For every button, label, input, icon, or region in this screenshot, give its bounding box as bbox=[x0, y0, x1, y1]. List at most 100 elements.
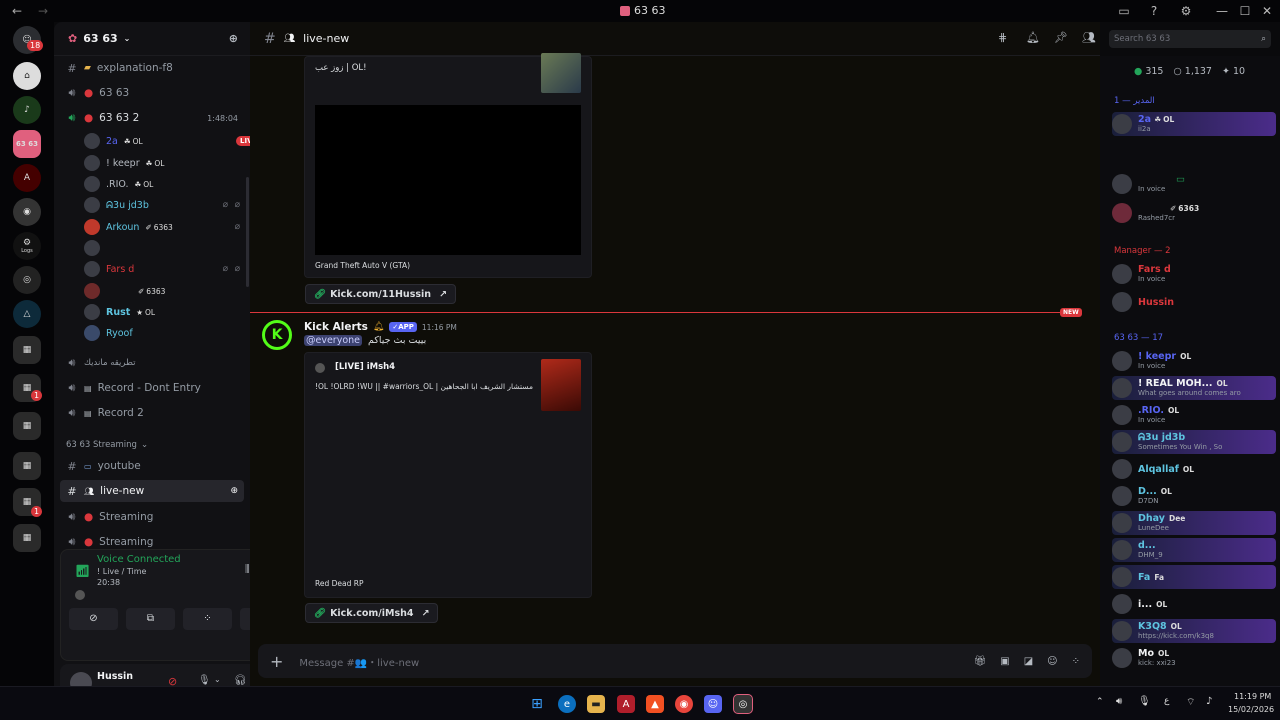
chevron-down-icon[interactable]: ⌄ bbox=[214, 675, 221, 684]
server-folder-icon[interactable]: ▦ bbox=[13, 524, 41, 552]
member-item[interactable]: ✐ 6363 Rashed7cr bbox=[1112, 201, 1276, 225]
voice-user[interactable]: Ryoof bbox=[84, 323, 133, 343]
member-item[interactable]: i... OL bbox=[1112, 592, 1276, 616]
start-icon[interactable]: ⊞ bbox=[528, 695, 546, 713]
member-item[interactable]: Dhay Dee LuneDee bbox=[1112, 511, 1276, 535]
server-icon[interactable]: ♪ bbox=[13, 96, 41, 124]
activities-icon[interactable]: ⁘ bbox=[183, 608, 232, 630]
add-member-icon[interactable]: ⊕ bbox=[229, 32, 238, 45]
kick-link-button[interactable]: 🔗︎ Kick.com/iMsh4 ↗ bbox=[305, 603, 439, 623]
server-folder-icon[interactable]: ▦ bbox=[13, 412, 41, 440]
channel-live-new[interactable]: # 👥︎ live-new ⊕ bbox=[60, 480, 244, 502]
member-item[interactable]: Hussin bbox=[1112, 290, 1276, 314]
gif-icon[interactable]: ▣ bbox=[1000, 656, 1009, 667]
kick-link-button[interactable]: 🔗︎ Kick.com/11Hussin ↗ bbox=[305, 284, 456, 304]
member-item[interactable]: Mo OL kick: xxi23 bbox=[1112, 646, 1276, 670]
logs-server-icon[interactable]: ⚙ Logs bbox=[13, 232, 41, 260]
clock-date[interactable]: 15/02/2026 bbox=[1228, 705, 1274, 714]
brave-icon[interactable]: ▲ bbox=[646, 695, 664, 713]
username[interactable]: Hussin bbox=[97, 671, 133, 682]
chrome-icon[interactable]: ◉ bbox=[675, 695, 693, 713]
member-item[interactable]: .RIO. OL In voice bbox=[1112, 403, 1276, 427]
server-icon[interactable]: △ bbox=[13, 300, 41, 328]
plus-icon[interactable]: + bbox=[270, 652, 283, 671]
channel-explanation-f8[interactable]: # ▰ explanation-f8 bbox=[60, 57, 244, 79]
scrollbar[interactable] bbox=[246, 177, 249, 287]
back-icon[interactable]: ← bbox=[12, 4, 22, 18]
member-item[interactable]: Fa Fa bbox=[1112, 565, 1276, 589]
server-icon-active[interactable]: 63 63 bbox=[13, 130, 41, 158]
voice-channel-63-63[interactable]: 🔊︎ ● 63 63 bbox=[60, 82, 244, 104]
noise-suppression-icon[interactable]: ⫼ bbox=[245, 564, 250, 575]
server-icon[interactable]: A bbox=[13, 164, 41, 192]
server-icon[interactable]: ⌂ bbox=[13, 62, 41, 90]
member-item[interactable]: ! REAL MOH... OL What goes around comes ar… bbox=[1112, 376, 1276, 400]
minimize-icon[interactable]: — bbox=[1214, 3, 1230, 19]
message-input[interactable]: Message #👥・live-new bbox=[299, 654, 973, 669]
member-item[interactable]: ! keepr OL In voice bbox=[1112, 349, 1276, 373]
file-explorer-icon[interactable]: ▬ bbox=[587, 695, 605, 713]
threads-icon[interactable]: ⋕ bbox=[998, 31, 1007, 44]
voice-channel[interactable]: 🔊︎ تطريقه مانديك bbox=[60, 352, 244, 374]
category-header[interactable]: 63 63 Streaming ⌄ bbox=[66, 440, 148, 450]
voice-user[interactable]: Fars d ⌀ ⌀ bbox=[84, 259, 240, 279]
voice-user[interactable]: ✐ 6363 bbox=[84, 281, 165, 301]
search-input[interactable]: Search 63 63 ⌕ bbox=[1109, 30, 1271, 48]
server-folder-icon[interactable]: ▦ bbox=[13, 336, 41, 364]
settings-icon[interactable]: ⚙ bbox=[1178, 3, 1194, 19]
voice-user[interactable]: Rust ★ OL bbox=[84, 302, 155, 322]
voice-channel-record-2[interactable]: 🔊︎ ▤ Record 2 bbox=[60, 402, 244, 424]
screen-share-icon[interactable]: ⧉ bbox=[126, 608, 175, 630]
voice-user[interactable]: 2a ☘ OL LIVE bbox=[84, 131, 262, 151]
member-item[interactable]: 2a ☘ OL ii2a bbox=[1112, 112, 1276, 136]
member-item[interactable]: d... DHM_9 bbox=[1112, 538, 1276, 562]
stream-preview[interactable] bbox=[315, 105, 581, 255]
server-folder-icon[interactable]: ▦ bbox=[13, 452, 41, 480]
member-item[interactable]: D... OL D7DN bbox=[1112, 484, 1276, 508]
server-icon[interactable]: ◉ bbox=[13, 198, 41, 226]
close-icon[interactable]: ✕ bbox=[1259, 3, 1275, 19]
maximize-icon[interactable]: ☐ bbox=[1237, 3, 1253, 19]
sticker-icon[interactable]: ◪ bbox=[1024, 656, 1033, 667]
forward-icon[interactable]: → bbox=[38, 4, 48, 18]
member-item[interactable]: Alqallaf OL bbox=[1112, 457, 1276, 481]
message-author[interactable]: Kick Alerts bbox=[304, 321, 368, 333]
microphone-icon[interactable]: 🎙︎ bbox=[198, 675, 211, 686]
voice-user[interactable]: Arkoun ✐ 6363 ⌀ bbox=[84, 217, 240, 237]
add-user-icon[interactable]: ⊕ bbox=[230, 486, 238, 496]
voice-user[interactable]: ! keepr ☘ OL bbox=[84, 153, 164, 173]
embed-title[interactable]: [LIVE] iMsh4 bbox=[335, 362, 395, 372]
member-item[interactable]: ᕱ3u jd3b Sometimes You Win , So bbox=[1112, 430, 1276, 454]
pin-icon[interactable]: 📌︎ bbox=[1054, 31, 1068, 44]
acrobat-icon[interactable]: A bbox=[617, 695, 635, 713]
voice-user[interactable] bbox=[84, 238, 106, 258]
voice-user[interactable]: .RIO. ☘ OL bbox=[84, 174, 153, 194]
headphones-icon[interactable]: 🎧︎ bbox=[234, 675, 247, 686]
speaker-icon[interactable]: 🔊︎ bbox=[1116, 696, 1122, 707]
everyone-mention[interactable]: @everyone bbox=[304, 335, 363, 346]
inbox-icon[interactable]: ▭ bbox=[1116, 3, 1132, 19]
help-icon[interactable]: ? bbox=[1146, 3, 1162, 19]
edge-icon[interactable]: e bbox=[558, 695, 576, 713]
voice-channel-record[interactable]: 🔊︎ ▤ Record - Dont Entry bbox=[60, 377, 244, 399]
discord-icon[interactable]: ☺ bbox=[704, 695, 722, 713]
emoji-icon[interactable]: ☺ bbox=[1047, 656, 1057, 667]
server-icon[interactable]: ◎ bbox=[13, 266, 41, 294]
camera-off-icon[interactable]: ⊘ bbox=[69, 608, 118, 630]
voice-user[interactable]: ᕱ3u jd3b ⌀ ⌀ bbox=[84, 195, 240, 215]
member-item[interactable]: ▭ In voice bbox=[1112, 172, 1276, 196]
obs-icon[interactable]: ◎ bbox=[733, 694, 753, 714]
game-thumbnail[interactable] bbox=[541, 53, 581, 93]
microphone-icon[interactable]: 🎙︎ bbox=[1138, 696, 1151, 707]
member-item[interactable]: Fars d In voice bbox=[1112, 262, 1276, 286]
member-list-icon[interactable]: 👥︎ bbox=[1082, 31, 1096, 44]
kick-alerts-avatar[interactable]: K bbox=[262, 320, 292, 350]
apps-icon[interactable]: ⁘ bbox=[1072, 656, 1080, 667]
language-indicator[interactable]: ع bbox=[1164, 696, 1169, 706]
voice-channel-63-63-2[interactable]: 🔊︎ ● 63 63 2 1:48:04 bbox=[60, 107, 244, 129]
clock-time[interactable]: 11:19 PM bbox=[1234, 692, 1271, 701]
voice-channel-name[interactable]: ! Live / Time bbox=[97, 567, 146, 576]
chevron-up-icon[interactable]: ⌃ bbox=[1096, 697, 1104, 707]
volume-icon[interactable]: ♪ bbox=[1206, 696, 1212, 707]
server-header[interactable]: ✿ 63 63 ⌄ ⊕ bbox=[54, 22, 250, 56]
